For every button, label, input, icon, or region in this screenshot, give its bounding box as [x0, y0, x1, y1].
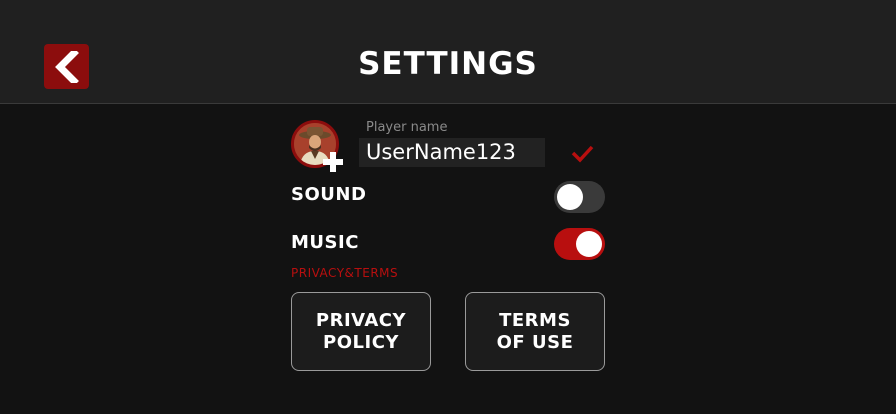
music-label: MUSIC	[291, 232, 359, 253]
privacy-policy-button[interactable]: PRIVACY POLICY	[291, 292, 431, 371]
check-icon[interactable]	[570, 144, 594, 164]
player-name-input[interactable]	[359, 138, 545, 167]
header-bar: SETTINGS	[0, 0, 896, 104]
player-name-label: Player name	[366, 120, 448, 135]
toggle-knob	[576, 231, 602, 257]
toggle-knob	[557, 184, 583, 210]
privacy-terms-heading: PRIVACY&TERMS	[291, 266, 399, 280]
settings-panel: Player name SOUND MUSIC PRIVACY&TERMS PR…	[0, 104, 896, 414]
terms-of-use-button[interactable]: TERMS OF USE	[465, 292, 605, 371]
music-toggle[interactable]	[554, 228, 605, 260]
plus-icon[interactable]	[322, 151, 344, 173]
sound-toggle[interactable]	[554, 181, 605, 213]
sound-label: SOUND	[291, 184, 367, 205]
avatar[interactable]	[291, 120, 343, 172]
page-title: SETTINGS	[358, 46, 538, 82]
